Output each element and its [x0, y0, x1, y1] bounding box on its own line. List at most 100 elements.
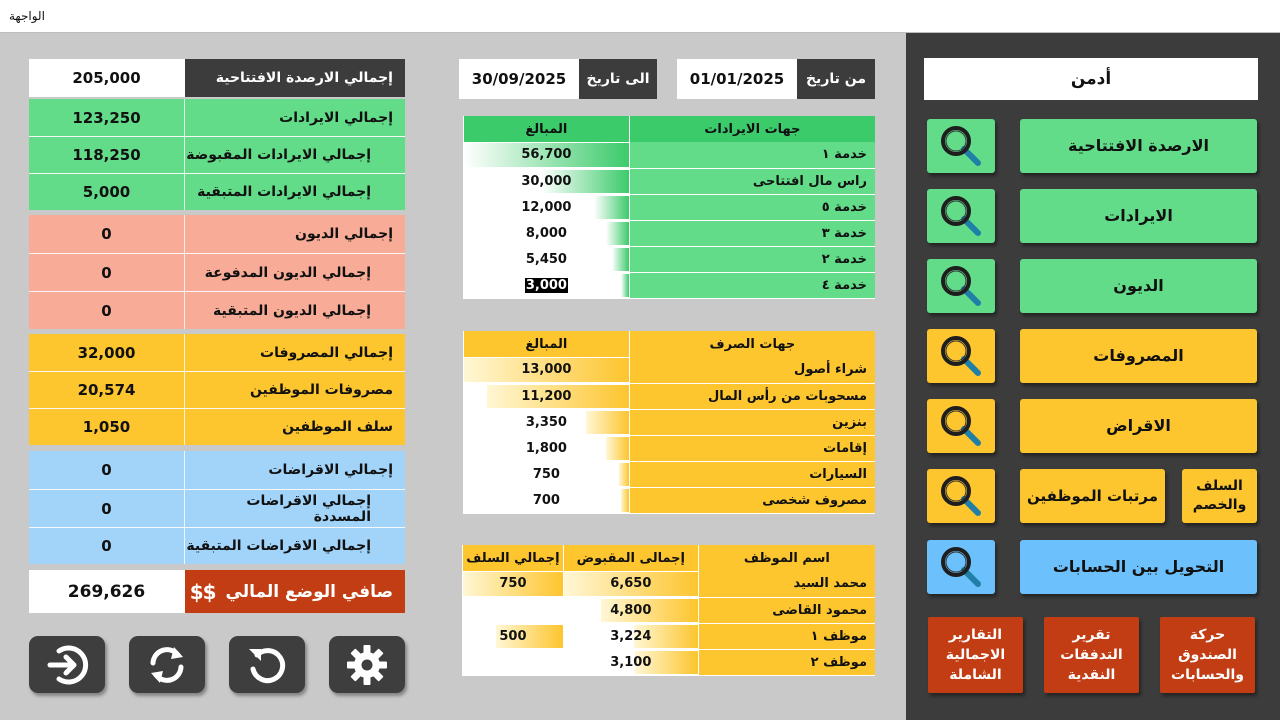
table-row: موظف ١ 3,224 500: [462, 623, 875, 650]
table-row: خدمة ٤ 3,000: [463, 272, 875, 299]
amount-text: 8,000: [525, 225, 567, 241]
summary-value: 0: [29, 254, 185, 291]
expense-table: جهات الصرف المبالغ شراء أصول 13,000 مسحوبا…: [463, 331, 875, 514]
revenue-table-body: خدمة ١ 56,700 راس مال افتتاحى 30,000 خدمة ٥ 1…: [463, 142, 875, 299]
table-row: خدمة ٢ 5,450: [463, 246, 875, 273]
row-amount: 11,200: [463, 383, 630, 410]
amount-bar: [605, 221, 629, 245]
summary-label: إجمالي الاقراضات: [185, 451, 405, 489]
from-date-input[interactable]: 01/01/2025: [677, 59, 797, 99]
net-label-text: صافي الوضع المالي: [225, 581, 393, 602]
summary-label: إجمالي الايرادات المقبوضة: [185, 137, 405, 173]
transfer-search-button[interactable]: [927, 540, 995, 594]
cash-movement-report-button[interactable]: حركة الصندوق والحسابات: [1160, 617, 1255, 693]
row-name: خدمة ٥: [628, 194, 875, 221]
row-name: راس مال افتتاحى: [628, 168, 875, 195]
amount-text: 700: [532, 492, 560, 508]
summary-value: 1,050: [29, 409, 185, 445]
column-header: إجمالى المقبوض: [562, 545, 699, 571]
summary-loans-remaining: إجمالي الاقراضات المتبقية 0: [29, 527, 405, 564]
debts-button[interactable]: الديون: [1020, 259, 1257, 313]
magnifier-icon: [941, 476, 981, 516]
employee-name: محمد السيد: [697, 571, 875, 598]
to-date-label: الى تاريخ: [579, 59, 657, 99]
summary-revenue-total: إجمالي الايرادات 123,250: [29, 99, 405, 136]
salaries-search-button[interactable]: [927, 469, 995, 523]
opening-balances-button[interactable]: الارصدة الافتتاحية: [1020, 119, 1257, 173]
advances-button[interactable]: السلف والخصم: [1182, 469, 1257, 523]
row-name: خدمة ٤: [628, 272, 875, 299]
employee-received: 6,650: [562, 571, 699, 598]
employee-received: 3,100: [562, 649, 699, 676]
row-amount: 8,000: [463, 220, 630, 247]
refresh-button[interactable]: [229, 636, 305, 693]
expenses-button[interactable]: المصروفات: [1020, 329, 1257, 383]
summary-value: 0: [29, 528, 185, 564]
row-amount: 750: [463, 461, 630, 488]
summary-staff-advances: سلف الموظفين 1,050: [29, 408, 405, 445]
summary-label: إجمالي الايرادات المتبقية: [185, 174, 405, 210]
table-row: شراء أصول 13,000: [463, 357, 875, 384]
amount-text: 30,000: [521, 173, 572, 189]
summary-value: 0: [29, 490, 185, 527]
employees-table: اسم الموظف إجمالى المقبوض إجمالي السلف م…: [462, 545, 875, 676]
magnifier-icon: [941, 126, 981, 166]
amount-bar: [585, 410, 629, 434]
summary-value: 32,000: [29, 334, 185, 371]
row-name: السيارات: [628, 461, 875, 488]
summary-label: سلف الموظفين: [185, 409, 405, 445]
employee-name: موظف ٢: [697, 649, 875, 676]
table-row: محمد السيد 6,650 750: [462, 571, 875, 598]
amount-text: 750: [532, 466, 560, 482]
summary-value: 0: [29, 451, 185, 489]
sync-button[interactable]: [129, 636, 205, 693]
settings-button[interactable]: [329, 636, 405, 693]
transfer-button[interactable]: التحويل بين الحسابات: [1020, 540, 1257, 594]
summary-value: 205,000: [29, 59, 185, 97]
overall-reports-button[interactable]: التقارير الاجمالية الشاملة: [928, 617, 1023, 693]
summary-expenses-total: إجمالي المصروفات 32,000: [29, 334, 405, 371]
opening-search-button[interactable]: [927, 119, 995, 173]
employee-received: 4,800: [562, 597, 699, 624]
summary-value: 20,574: [29, 372, 185, 408]
table-row: مصروف شخصى 700: [463, 487, 875, 514]
revenue-table: جهات الايرادات المبالغ خدمة ١ 56,700 راس م…: [463, 116, 875, 299]
debts-search-button[interactable]: [927, 259, 995, 313]
table-row: خدمة ٥ 12,000: [463, 194, 875, 221]
column-header: إجمالي السلف: [462, 545, 564, 571]
amount-text: 750: [499, 576, 527, 592]
loans-button[interactable]: الاقراض: [1020, 399, 1257, 453]
table-row: إقامات 1,800: [463, 435, 875, 462]
expenses-search-button[interactable]: [927, 329, 995, 383]
table-row: محمود القاضى 4,800: [462, 597, 875, 624]
amount-bar: [620, 273, 629, 297]
loans-search-button[interactable]: [927, 399, 995, 453]
expense-table-body: شراء أصول 13,000 مسحوبات من رأس المال 11,20…: [463, 357, 875, 514]
amount-text: 3,224: [610, 628, 652, 644]
window-title: الواجهة: [9, 9, 45, 23]
row-name: شراء أصول: [628, 357, 875, 384]
amount-text: 3,100: [610, 654, 652, 670]
row-amount: 56,700: [463, 142, 630, 169]
summary-loans-repaid: إجمالي الاقراضات المسددة 0: [29, 489, 405, 527]
column-header: جهات الصرف: [628, 331, 875, 357]
summary-debt-remaining: إجمالي الديون المتبقية 0: [29, 291, 405, 329]
to-date: 30/09/2025 الى تاريخ: [459, 59, 657, 99]
table-header-row: جهات الايرادات المبالغ: [463, 116, 875, 142]
summary-label: إجمالي الايرادات: [185, 99, 405, 136]
salaries-button[interactable]: مرتبات الموظفين: [1020, 469, 1165, 523]
summary-label: مصروفات الموظفين: [185, 372, 405, 408]
amount-bar: [620, 488, 629, 512]
row-amount: 3,350: [463, 409, 630, 436]
column-header: اسم الموظف: [697, 545, 875, 571]
summary-label: إجمالي الديون المدفوعة: [185, 254, 405, 291]
exit-button[interactable]: [29, 636, 105, 693]
summary-loans-total: إجمالي الاقراضات 0: [29, 451, 405, 489]
to-date-input[interactable]: 30/09/2025: [459, 59, 579, 99]
revenues-search-button[interactable]: [927, 189, 995, 243]
summary-value: 123,250: [29, 99, 185, 136]
amount-text: 12,000: [521, 199, 572, 215]
summary-debt-paid: إجمالي الديون المدفوعة 0: [29, 253, 405, 291]
cash-flow-report-button[interactable]: تقرير التدفقات النقدية: [1044, 617, 1139, 693]
revenues-button[interactable]: الايرادات: [1020, 189, 1257, 243]
